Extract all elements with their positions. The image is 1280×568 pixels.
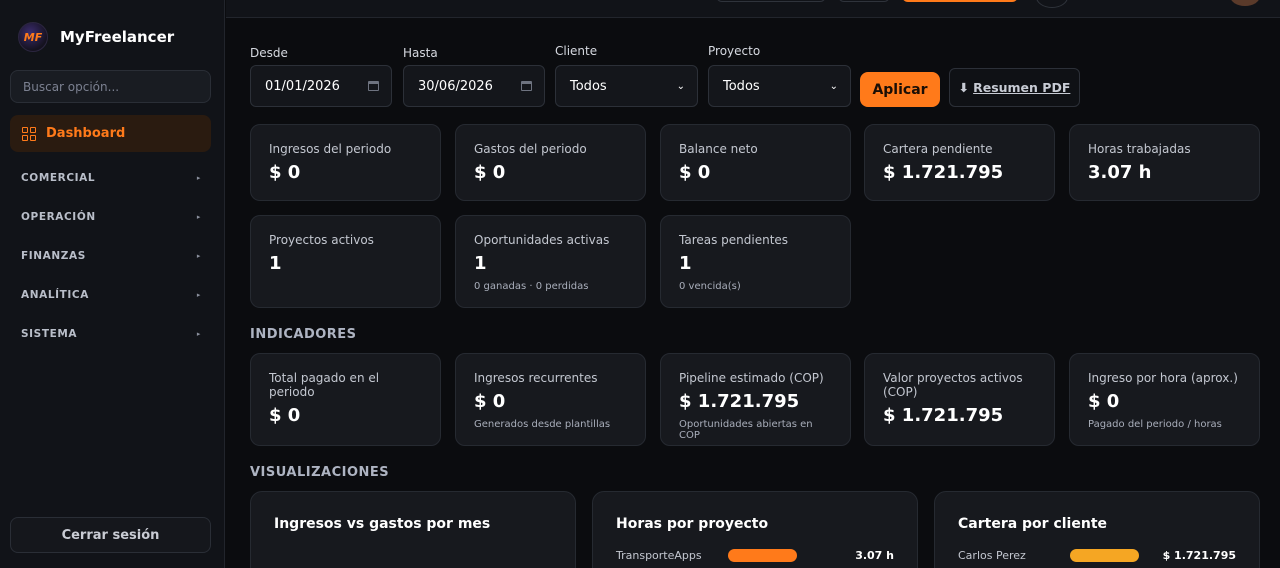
- indicator-card: Ingresos recurrentes $ 0 Generados desde…: [455, 353, 646, 446]
- chevron-down-icon: ⌄: [676, 80, 685, 92]
- avatar[interactable]: [1230, 0, 1260, 6]
- chart-row-label: TransporteApps: [616, 549, 702, 562]
- chart-title: Cartera por cliente: [958, 516, 1108, 532]
- stat-card: Horas trabajadas 3.07 h: [1069, 124, 1260, 201]
- sidebar-item-dashboard[interactable]: Dashboard: [10, 115, 211, 152]
- app-name: MyFreelancer: [60, 28, 175, 46]
- proyecto-select[interactable]: Todos ⌄: [708, 65, 851, 107]
- chevron-right-icon: ▸: [196, 291, 201, 299]
- download-icon: ⬇: [958, 80, 970, 95]
- brand[interactable]: MF MyFreelancer: [18, 22, 174, 52]
- chart-title: Ingresos vs gastos por mes: [274, 516, 491, 532]
- calendar-icon[interactable]: [521, 81, 532, 91]
- topbar-button[interactable]: [716, 0, 826, 2]
- chevron-right-icon: ▸: [196, 174, 201, 182]
- logout-button[interactable]: Cerrar sesión: [10, 517, 211, 553]
- stat-card: Balance neto $ 0: [660, 124, 851, 201]
- calendar-icon[interactable]: [368, 81, 379, 91]
- chart-card-horas-proyecto: Horas por proyecto TransporteApps 3.07 h: [592, 491, 918, 568]
- stat-card: Tareas pendientes 1 0 vencida(s): [660, 215, 851, 308]
- sidebar-section-comercial[interactable]: COMERCIAL ▸: [21, 172, 201, 184]
- topbar-icon-button[interactable]: [1036, 0, 1068, 8]
- indicator-card: Ingreso por hora (aprox.) $ 0 Pagado del…: [1069, 353, 1260, 446]
- chart-row-label: Carlos Perez: [958, 549, 1026, 562]
- sidebar-section-sistema[interactable]: SISTEMA ▸: [21, 328, 201, 340]
- sidebar-section-finanzas[interactable]: FINANZAS ▸: [21, 250, 201, 262]
- hasta-label: Hasta: [403, 46, 438, 60]
- sidebar-item-label: Dashboard: [46, 126, 126, 141]
- stat-card: Oportunidades activas 1 0 ganadas · 0 pe…: [455, 215, 646, 308]
- chart-title: Horas por proyecto: [616, 516, 769, 532]
- chart-bar: [728, 549, 797, 562]
- chart-row-value: 3.07 h: [855, 549, 894, 562]
- topbar-primary-button[interactable]: [902, 0, 1018, 2]
- chart-bar: [1070, 549, 1139, 562]
- chevron-down-icon: ⌄: [829, 80, 838, 92]
- chevron-right-icon: ▸: [196, 252, 201, 260]
- indicator-card: Valor proyectos activos (COP) $ 1.721.79…: [864, 353, 1055, 446]
- chevron-right-icon: ▸: [196, 213, 201, 221]
- pdf-summary-button[interactable]: ⬇ Resumen PDF: [949, 68, 1080, 107]
- hasta-date-input[interactable]: 30/06/2026: [403, 65, 545, 107]
- apply-button[interactable]: Aplicar: [860, 72, 940, 107]
- sidebar: MF MyFreelancer Dashboard COMERCIAL▸ OPE…: [0, 0, 225, 568]
- indicator-card: Total pagado en el periodo $ 0: [250, 353, 441, 446]
- chart-row-value: $ 1.721.795: [1162, 549, 1236, 562]
- sidebar-search-input[interactable]: [10, 70, 211, 103]
- desde-date-input[interactable]: 01/01/2026: [250, 65, 392, 107]
- desde-label: Desde: [250, 46, 288, 60]
- cliente-label: Cliente: [555, 44, 598, 58]
- indicator-card: Pipeline estimado (COP) $ 1.721.795 Opor…: [660, 353, 851, 446]
- topbar-button[interactable]: [838, 0, 890, 2]
- stat-card: Proyectos activos 1: [250, 215, 441, 308]
- sidebar-section-analitica[interactable]: ANALÍTICA ▸: [21, 289, 201, 301]
- chevron-right-icon: ▸: [196, 330, 201, 338]
- chart-row: Carlos Perez $ 1.721.795: [958, 549, 1236, 562]
- chart-card-cartera-cliente: Cartera por cliente Carlos Perez $ 1.721…: [934, 491, 1260, 568]
- dashboard-icon: [22, 126, 36, 141]
- chart-row: TransporteApps 3.07 h: [616, 549, 894, 562]
- cliente-select[interactable]: Todos ⌄: [555, 65, 698, 107]
- indicadores-heading: INDICADORES: [250, 327, 357, 342]
- proyecto-label: Proyecto: [708, 44, 761, 58]
- stat-card: Gastos del periodo $ 0: [455, 124, 646, 201]
- stat-card: Ingresos del periodo $ 0: [250, 124, 441, 201]
- stat-card: Cartera pendiente $ 1.721.795: [864, 124, 1055, 201]
- chart-card-ingresos-gastos: Ingresos vs gastos por mes: [250, 491, 576, 568]
- sidebar-section-operacion[interactable]: OPERACIÓN ▸: [21, 211, 201, 223]
- logo: MF: [18, 22, 48, 52]
- visualizaciones-heading: VISUALIZACIONES: [250, 465, 390, 480]
- topbar: [226, 0, 1280, 18]
